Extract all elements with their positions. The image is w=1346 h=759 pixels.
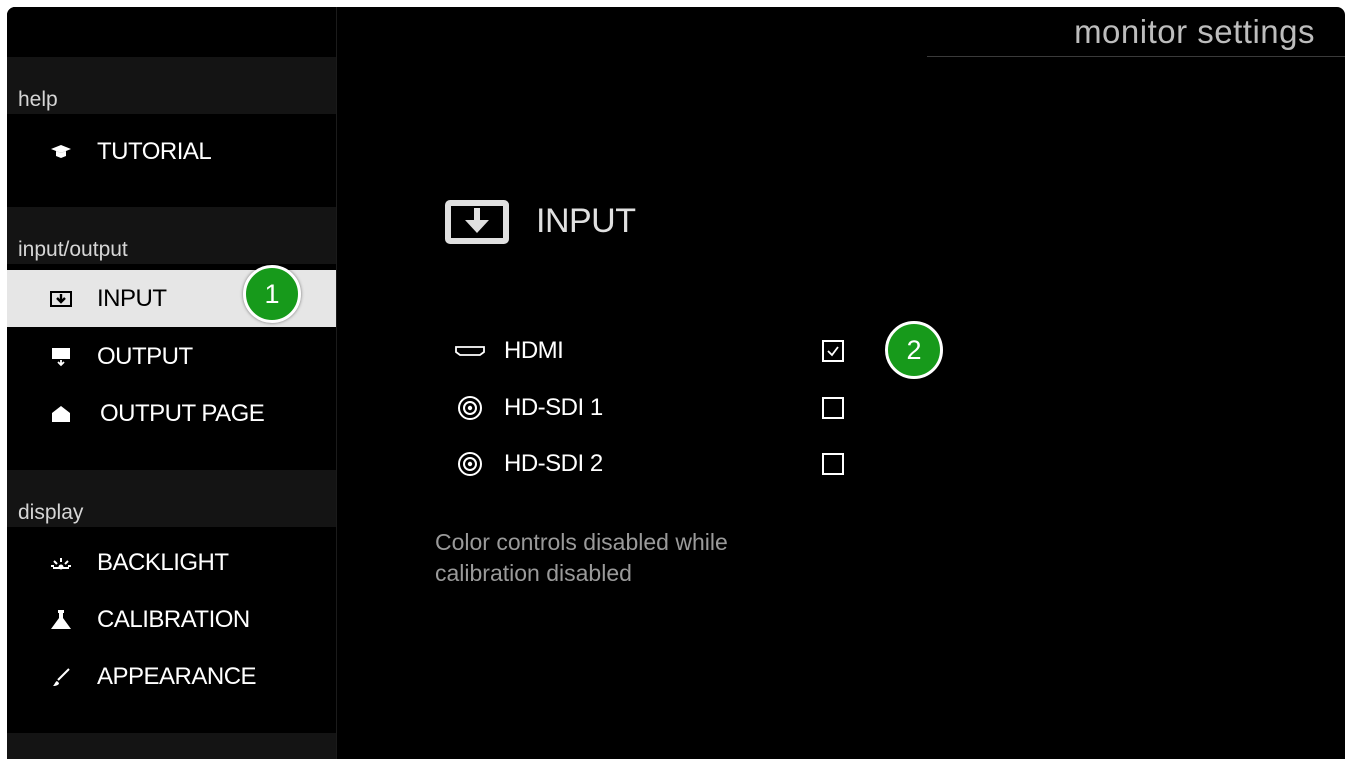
sidebar-item-label: BACKLIGHT bbox=[97, 548, 229, 576]
title-divider bbox=[927, 56, 1345, 57]
sidebar-item-appearance[interactable]: APPEARANCE bbox=[7, 648, 336, 705]
hdmi-checkbox[interactable] bbox=[822, 340, 844, 362]
sidebar-item-label: CALIBRATION bbox=[97, 605, 250, 633]
input-label: HD-SDI 1 bbox=[504, 394, 603, 421]
monitor-output-icon bbox=[49, 345, 73, 369]
section-header-input-output: input/output bbox=[7, 207, 336, 264]
brush-icon bbox=[49, 665, 73, 689]
page-title: monitor settings bbox=[1074, 13, 1315, 50]
home-icon bbox=[49, 402, 73, 426]
annotation-badge-1: 1 bbox=[243, 265, 301, 323]
sidebar: help TUTORIAL input/output INPUT OUTPUT bbox=[7, 7, 337, 759]
section-header-display: display bbox=[7, 470, 336, 527]
section-header-partial bbox=[7, 733, 336, 759]
calibration-icon bbox=[49, 608, 73, 632]
sidebar-item-label: INPUT bbox=[97, 284, 167, 312]
monitor-settings-screen: help TUTORIAL input/output INPUT OUTPUT bbox=[7, 7, 1345, 759]
section-title: INPUT bbox=[536, 202, 636, 240]
sidebar-item-label: OUTPUT PAGE bbox=[100, 399, 265, 427]
input-icon bbox=[445, 200, 509, 249]
checkmark-icon bbox=[827, 346, 839, 357]
input-row-hd-sdi-1[interactable]: HD-SDI 1 bbox=[452, 392, 872, 424]
annotation-badge-2: 2 bbox=[885, 321, 943, 379]
backlight-icon bbox=[49, 551, 73, 575]
hdmi-icon bbox=[452, 339, 488, 363]
input-icon bbox=[49, 287, 73, 311]
sidebar-item-tutorial[interactable]: TUTORIAL bbox=[7, 123, 336, 180]
calibration-note: Color controls disabled while calibratio… bbox=[435, 529, 728, 586]
graduation-cap-icon bbox=[49, 140, 73, 164]
sidebar-item-label: TUTORIAL bbox=[97, 137, 212, 165]
sidebar-item-calibration[interactable]: CALIBRATION bbox=[7, 591, 336, 648]
section-header-help: help bbox=[7, 57, 336, 114]
input-row-hd-sdi-2[interactable]: HD-SDI 2 bbox=[452, 448, 872, 480]
hd-sdi-1-checkbox[interactable] bbox=[822, 397, 844, 419]
sidebar-item-label: APPEARANCE bbox=[97, 662, 257, 690]
sidebar-item-label: OUTPUT bbox=[97, 342, 193, 370]
input-row-hdmi[interactable]: HDMI bbox=[452, 335, 872, 367]
sidebar-item-backlight[interactable]: BACKLIGHT bbox=[7, 534, 336, 591]
input-label: HD-SDI 2 bbox=[504, 450, 603, 477]
sidebar-item-output-page[interactable]: OUTPUT PAGE bbox=[7, 385, 336, 442]
sidebar-item-output[interactable]: OUTPUT bbox=[7, 328, 336, 385]
hd-sdi-2-checkbox[interactable] bbox=[822, 453, 844, 475]
input-label: HDMI bbox=[504, 337, 564, 364]
sdi-icon bbox=[452, 452, 488, 476]
sdi-icon bbox=[452, 396, 488, 420]
